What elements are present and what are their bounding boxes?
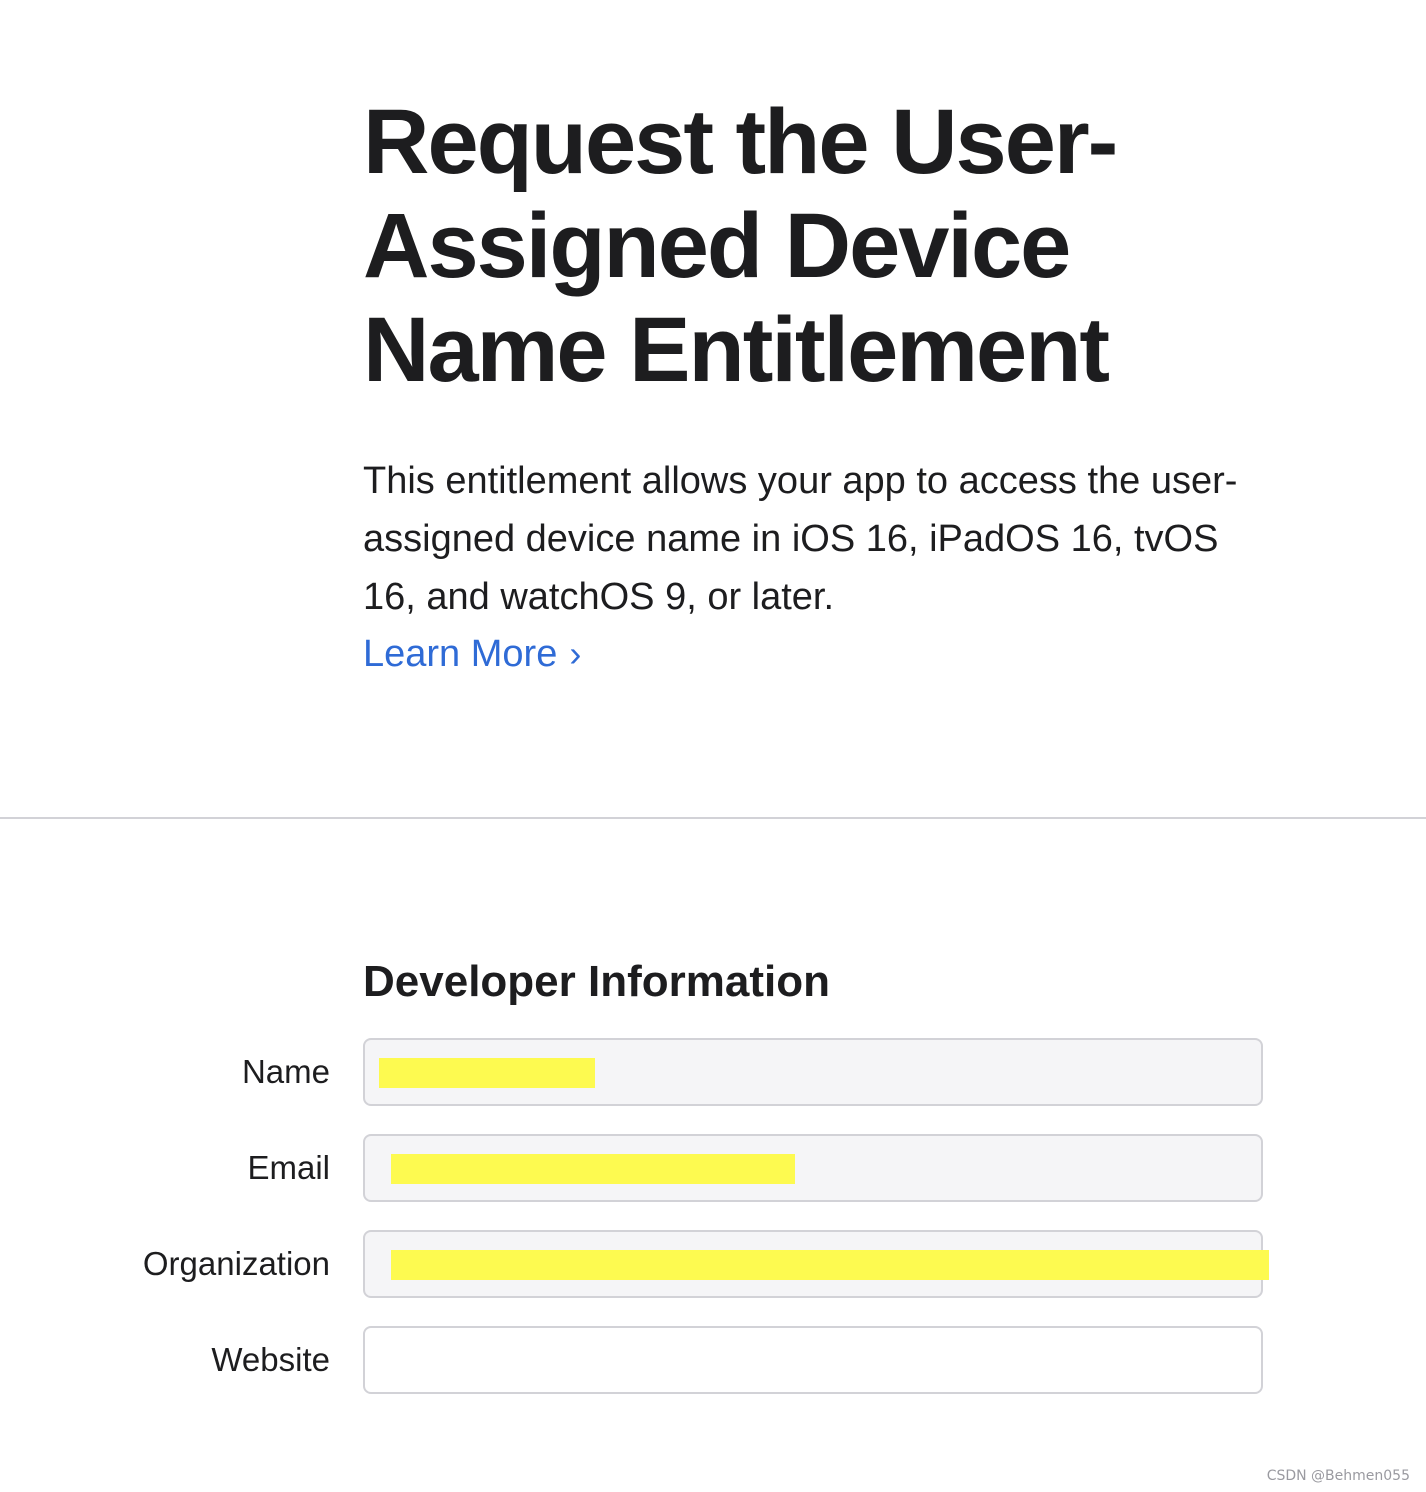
email-row: Email [0, 1134, 1426, 1202]
website-field[interactable] [363, 1326, 1263, 1394]
page-title: Request the User- Assigned Device Name E… [363, 91, 1118, 401]
watermark: CSDN @Behmen055 [1266, 1468, 1410, 1484]
organization-label: Organization [142, 1245, 330, 1282]
website-input[interactable] [365, 1328, 1261, 1392]
website-row: Website [0, 1326, 1426, 1394]
redaction-mark [391, 1154, 795, 1184]
entitlement-description: This entitlement allows your app to acce… [363, 460, 1238, 618]
redaction-mark [391, 1250, 1269, 1280]
developer-information-heading: Developer Information [363, 957, 830, 1006]
email-label: Email [247, 1149, 330, 1186]
website-label: Website [211, 1341, 330, 1378]
learn-more-label[interactable]: Learn More [363, 633, 557, 675]
organization-row: Organization [0, 1230, 1426, 1298]
email-field[interactable] [363, 1134, 1263, 1202]
chevron-right-icon[interactable]: › [569, 626, 581, 682]
redaction-mark [379, 1058, 595, 1088]
name-row: Name [0, 1038, 1426, 1106]
hero: Request the User- Assigned Device Name E… [363, 90, 1263, 402]
organization-field[interactable] [363, 1230, 1269, 1298]
name-field[interactable] [363, 1038, 1263, 1106]
name-label: Name [241, 1053, 330, 1090]
learn-more-link[interactable]: Learn More › [363, 626, 581, 682]
section-divider [0, 817, 1426, 819]
